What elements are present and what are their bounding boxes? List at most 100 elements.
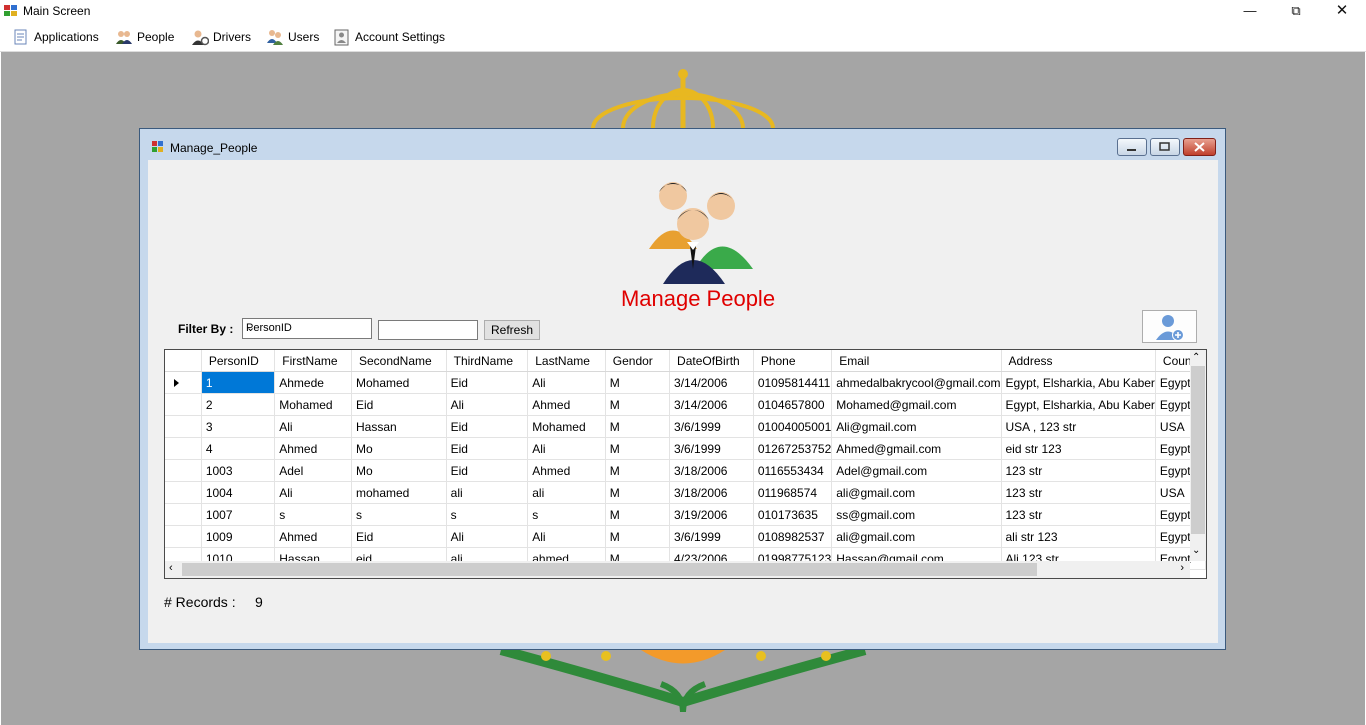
scroll-right-icon[interactable]: ›	[1180, 562, 1184, 574]
table-cell[interactable]: Hassan	[351, 415, 447, 438]
table-cell[interactable]: Eid	[446, 459, 529, 482]
table-cell[interactable]: Ali	[527, 437, 606, 460]
horizontal-scrollbar[interactable]: ‹ ›	[165, 561, 1190, 578]
menu-people[interactable]: People	[115, 23, 174, 51]
filter-value-input[interactable]	[378, 320, 478, 340]
column-header[interactable]: LastName	[527, 350, 606, 372]
table-cell[interactable]: s	[274, 503, 352, 526]
table-cell[interactable]: Ali	[527, 371, 606, 394]
table-cell[interactable]: M	[605, 525, 671, 548]
table-cell[interactable]: 123 str	[1001, 481, 1156, 504]
vertical-scrollbar[interactable]: ⌃ ⌄	[1190, 350, 1206, 561]
table-cell[interactable]: Ahmed	[527, 459, 606, 482]
table-cell[interactable]: 1007	[201, 503, 276, 526]
table-cell[interactable]: Eid	[351, 393, 447, 416]
table-cell[interactable]: M	[605, 437, 671, 460]
table-cell[interactable]: Adel	[274, 459, 352, 482]
table-cell[interactable]: Ahmed	[274, 525, 352, 548]
table-cell[interactable]: 1009	[201, 525, 276, 548]
table-cell[interactable]: Eid	[446, 415, 529, 438]
scroll-left-icon[interactable]: ‹	[169, 562, 173, 574]
table-cell[interactable]: Ali	[527, 525, 606, 548]
table-cell[interactable]: 011968574	[753, 481, 833, 504]
close-button[interactable]: ✕	[1319, 0, 1365, 23]
table-cell[interactable]: 3/14/2006	[669, 371, 754, 394]
table-cell[interactable]: M	[605, 459, 671, 482]
table-cell[interactable]: ali	[527, 481, 606, 504]
table-cell[interactable]: 123 str	[1001, 459, 1156, 482]
table-cell[interactable]: Mo	[351, 459, 447, 482]
table-cell[interactable]: ali str 123	[1001, 525, 1156, 548]
table-cell[interactable]: s	[446, 503, 529, 526]
table-row[interactable]: 1007 s s s s M 3/19/2006 010173635 ss@gmail.com 1…	[165, 503, 1206, 526]
child-maximize-button[interactable]	[1150, 138, 1180, 156]
table-cell[interactable]: 3/6/1999	[669, 415, 754, 438]
table-cell[interactable]: 1004	[201, 481, 276, 504]
row-header[interactable]	[165, 525, 202, 548]
table-cell[interactable]: 3/6/1999	[669, 437, 754, 460]
table-row[interactable]: 4 Ahmed Mo Eid Ali M 3/6/1999 01267253752 Ahmed@…	[165, 437, 1206, 460]
table-cell[interactable]: Eid	[446, 371, 529, 394]
table-cell[interactable]: ahmedalbakrycool@gmail.com	[831, 371, 1002, 394]
table-cell[interactable]: Ali	[274, 415, 352, 438]
table-row[interactable]: 2 Mohamed Eid Ali Ahmed M 3/14/2006 0104657800 M…	[165, 393, 1206, 416]
restore-button[interactable]: ⧉	[1273, 0, 1319, 23]
table-cell[interactable]: USA , 123 str	[1001, 415, 1156, 438]
table-cell[interactable]: 3/19/2006	[669, 503, 754, 526]
column-header[interactable]: Address	[1001, 350, 1156, 372]
row-header[interactable]	[165, 503, 202, 526]
column-header[interactable]: Email	[831, 350, 1002, 372]
table-row[interactable]: 1 Ahmede Mohamed Eid Ali M 3/14/2006 0109581441…	[165, 371, 1206, 394]
table-cell[interactable]: Egypt, Elsharkia, Abu Kaber	[1001, 371, 1156, 394]
child-minimize-button[interactable]	[1117, 138, 1147, 156]
table-row[interactable]: 1009 Ahmed Eid Ali Ali M 3/6/1999 0108982537 ali…	[165, 525, 1206, 548]
row-header[interactable]	[165, 459, 202, 482]
table-row[interactable]: 1004 Ali mohamed ali ali M 3/18/2006 011968574 a…	[165, 481, 1206, 504]
table-cell[interactable]: Ahmed	[274, 437, 352, 460]
current-row-indicator[interactable]	[165, 371, 202, 394]
table-cell[interactable]: 4	[201, 437, 276, 460]
refresh-button[interactable]: Refresh	[484, 320, 540, 340]
row-header[interactable]	[165, 415, 202, 438]
table-row[interactable]: 1003 Adel Mo Eid Ahmed M 3/18/2006 0116553434 Ad…	[165, 459, 1206, 482]
table-cell[interactable]: 3/18/2006	[669, 481, 754, 504]
table-cell[interactable]: 010173635	[753, 503, 833, 526]
table-cell[interactable]: Ali	[274, 481, 352, 504]
table-cell[interactable]: s	[351, 503, 447, 526]
menu-users[interactable]: Users	[266, 23, 319, 51]
table-cell[interactable]: M	[605, 371, 671, 394]
table-cell[interactable]: Eid	[446, 437, 529, 460]
table-cell[interactable]: 01004005001	[753, 415, 833, 438]
child-close-button[interactable]	[1183, 138, 1216, 156]
table-cell[interactable]: M	[605, 481, 671, 504]
column-header[interactable]: Gendor	[605, 350, 671, 372]
horizontal-scroll-thumb[interactable]	[182, 563, 1037, 576]
people-grid[interactable]: PersonID FirstName SecondName ThirdName …	[164, 349, 1207, 579]
table-cell[interactable]: M	[605, 503, 671, 526]
table-cell[interactable]: 3/18/2006	[669, 459, 754, 482]
scroll-down-icon[interactable]: ⌄	[1192, 545, 1200, 556]
table-cell[interactable]: 01095814411	[753, 371, 833, 394]
table-cell[interactable]: Mohamed	[351, 371, 447, 394]
column-header[interactable]: Phone	[753, 350, 833, 372]
table-row[interactable]: 3 Ali Hassan Eid Mohamed M 3/6/1999 01004005001…	[165, 415, 1206, 438]
table-cell[interactable]: 1003	[201, 459, 276, 482]
table-cell[interactable]: Ali@gmail.com	[831, 415, 1002, 438]
menu-drivers[interactable]: Drivers	[191, 23, 251, 51]
column-header[interactable]: DateOfBirth	[669, 350, 754, 372]
table-cell[interactable]: Mohamed	[274, 393, 352, 416]
menu-account-settings[interactable]: Account Settings	[333, 23, 445, 51]
column-header[interactable]: SecondName	[351, 350, 447, 372]
column-header[interactable]: ThirdName	[446, 350, 529, 372]
table-cell[interactable]: 0108982537	[753, 525, 833, 548]
table-cell[interactable]: M	[605, 393, 671, 416]
table-cell[interactable]: Ali	[446, 525, 529, 548]
table-cell[interactable]: 3	[201, 415, 276, 438]
table-cell[interactable]: Ahmede	[274, 371, 352, 394]
scroll-up-icon[interactable]: ⌃	[1192, 352, 1200, 363]
table-cell[interactable]: Mohamed@gmail.com	[831, 393, 1002, 416]
table-cell[interactable]: Eid	[351, 525, 447, 548]
table-cell[interactable]: Ahmed	[527, 393, 606, 416]
table-cell[interactable]: Mo	[351, 437, 447, 460]
row-header[interactable]	[165, 393, 202, 416]
